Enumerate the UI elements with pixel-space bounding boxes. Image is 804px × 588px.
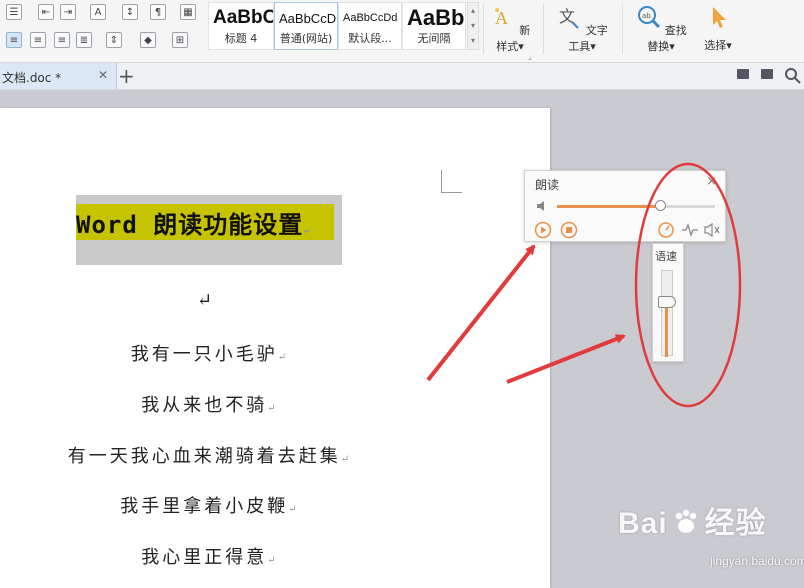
download-icon[interactable] xyxy=(761,69,773,79)
indent-decrease-icon[interactable]: ⇤ xyxy=(38,4,54,20)
style-no-spacing[interactable]: AaBb 无间隔 xyxy=(402,2,466,50)
line-text: 我手里拿着小皮鞭 xyxy=(120,496,289,517)
style-normal-web[interactable]: AaBbCcD 普通(网站) xyxy=(274,2,338,50)
justify-icon[interactable]: ≣ xyxy=(76,32,92,48)
select-button[interactable]: 选择▾ xyxy=(698,4,738,53)
watermark-brand2: 经验 xyxy=(704,507,767,540)
search-icon[interactable] xyxy=(784,67,802,85)
paragraph-mark-icon[interactable]: ¶ xyxy=(150,4,166,20)
speed-label: 语速 xyxy=(655,250,677,263)
cursor-arrow-icon xyxy=(713,7,726,28)
paragraph-line[interactable]: 我手里拿着小皮鞭↵ xyxy=(0,492,420,518)
list-numbering-icon[interactable]: ☰ xyxy=(6,4,22,20)
tab-list-icon[interactable] xyxy=(737,69,749,79)
find-replace-icon: ab xyxy=(638,6,661,29)
style-name: 标题 4 xyxy=(224,32,258,45)
style-sample: AaBb xyxy=(407,5,465,30)
text-tools-icon: 文 xyxy=(559,7,579,29)
divider xyxy=(483,4,484,54)
return-mark: ↵ xyxy=(267,555,279,566)
return-mark: ↵ xyxy=(340,454,353,465)
line-text: 我心里正得意 xyxy=(141,547,268,568)
volume-icon[interactable] xyxy=(535,199,549,213)
speed-popup: 语速 xyxy=(652,243,684,362)
read-aloud-title: 朗读 xyxy=(535,178,560,192)
line-spacing-icon[interactable]: ⇕ xyxy=(106,32,122,48)
style-sample: AaBbC xyxy=(213,7,274,28)
speed-slider-thumb[interactable] xyxy=(658,296,676,308)
baidu-watermark: Bai 经验 jingyan.baidu.com xyxy=(618,498,804,568)
document-page[interactable]: Word 朗读功能设置↵ ↵ 我有一只小毛驴↵ 我从来也不骑↵ 有一天我心血来潮… xyxy=(0,108,550,588)
paragraph-line[interactable]: 我有一只小毛驴↵ xyxy=(0,340,420,366)
stop-icon[interactable] xyxy=(560,221,578,239)
line-text: 我从来也不骑 xyxy=(141,395,268,416)
speed-icon[interactable] xyxy=(657,221,675,239)
divider xyxy=(543,4,544,54)
watermark-brand: Bai xyxy=(618,507,668,540)
volume-slider-thumb[interactable] xyxy=(655,200,666,211)
paw-icon xyxy=(672,509,700,535)
document-title-text: Word 朗读功能设置 xyxy=(76,211,304,239)
style-name: 无间隔 xyxy=(417,32,451,45)
table-icon[interactable]: ▦ xyxy=(180,4,196,20)
select-label: 选择 xyxy=(704,39,727,52)
return-mark: ↵ xyxy=(267,403,279,414)
line-text: 我有一只小毛驴 xyxy=(130,344,278,365)
style-name: 默认段... xyxy=(348,32,392,45)
style-default-paragraph[interactable]: AaBbCcDd 默认段... xyxy=(338,2,402,50)
paragraph-line[interactable]: 我心里正得意↵ xyxy=(0,543,420,569)
find-replace-button[interactable]: ab 查找替换▾ xyxy=(630,4,692,54)
shading-icon[interactable]: ◆ xyxy=(140,32,156,48)
style-sample: AaBbCcD xyxy=(279,11,337,26)
indent-increase-icon[interactable]: ⇥ xyxy=(60,4,76,20)
document-title[interactable]: Word 朗读功能设置↵ xyxy=(76,205,310,240)
return-mark: ↵ xyxy=(288,504,300,515)
watermark-url: jingyan.baidu.com xyxy=(710,554,804,568)
document-tab-label: 文档.doc * xyxy=(2,71,62,85)
text-tools-button[interactable]: 文 文字工具▾ xyxy=(552,4,612,54)
return-mark: ↵ xyxy=(196,290,216,311)
pitch-icon[interactable] xyxy=(681,221,699,239)
style-heading-4[interactable]: AaBbC 标题 4 xyxy=(208,2,274,50)
sort-icon[interactable]: ↕ xyxy=(122,4,138,20)
dropdown-glyph: ▾ xyxy=(669,40,675,53)
dropdown-glyph: ▾ xyxy=(590,40,596,53)
line-text: 有一天我心血来潮骑着去赶集 xyxy=(67,446,341,467)
empty-paragraph: ↵ xyxy=(0,290,416,311)
new-style-button[interactable]: A 新样式▾ xyxy=(485,4,535,54)
new-tab-button[interactable]: + xyxy=(118,64,135,88)
style-gallery-scroll[interactable]: ▴ ▾ ▾ xyxy=(467,2,479,50)
voice-settings-icon[interactable] xyxy=(703,221,721,239)
close-icon[interactable]: × xyxy=(706,174,717,189)
document-tab[interactable]: 文档.doc * ✕ xyxy=(0,63,117,89)
style-sample: AaBbCcDd xyxy=(343,12,398,24)
align-left-icon[interactable]: ≡ xyxy=(6,32,22,48)
document-tab-bar: 文档.doc * ✕ + xyxy=(0,63,804,90)
return-mark: ↵ xyxy=(303,225,311,236)
new-style-icon: A xyxy=(494,8,508,28)
paragraph-line[interactable]: 有一天我心血来潮骑着去赶集↵ xyxy=(0,442,420,468)
paragraph-line[interactable]: 我从来也不骑↵ xyxy=(0,391,420,417)
close-icon[interactable]: ✕ xyxy=(98,68,108,82)
dropdown-glyph: ▾ xyxy=(518,40,524,53)
dropdown-glyph: ▾ xyxy=(726,39,732,52)
align-right-icon[interactable]: ≡ xyxy=(54,32,70,48)
return-mark: ↵ xyxy=(277,352,290,363)
ribbon-toolbar: ☰ ⇤ ⇥ A ↕ ¶ ▦ ≡ ≡ ≡ ≣ ⇕ ◆ ⊞ AaBbC 标题 4 A… xyxy=(0,0,804,63)
read-aloud-panel: 朗读 × xyxy=(524,170,726,242)
border-icon[interactable]: ⊞ xyxy=(172,32,188,48)
svg-text:ab: ab xyxy=(642,12,651,20)
volume-slider-fill xyxy=(557,205,660,208)
ribbon-expand-icon[interactable]: ⌟ xyxy=(528,52,532,61)
font-size-increase-icon[interactable]: A xyxy=(90,4,106,20)
play-icon[interactable] xyxy=(534,221,552,239)
page-margin-corner xyxy=(441,170,462,193)
divider xyxy=(622,4,623,54)
style-name: 普通(网站) xyxy=(279,32,333,45)
align-center-icon[interactable]: ≡ xyxy=(30,32,46,48)
speed-slider-fill xyxy=(665,301,668,357)
